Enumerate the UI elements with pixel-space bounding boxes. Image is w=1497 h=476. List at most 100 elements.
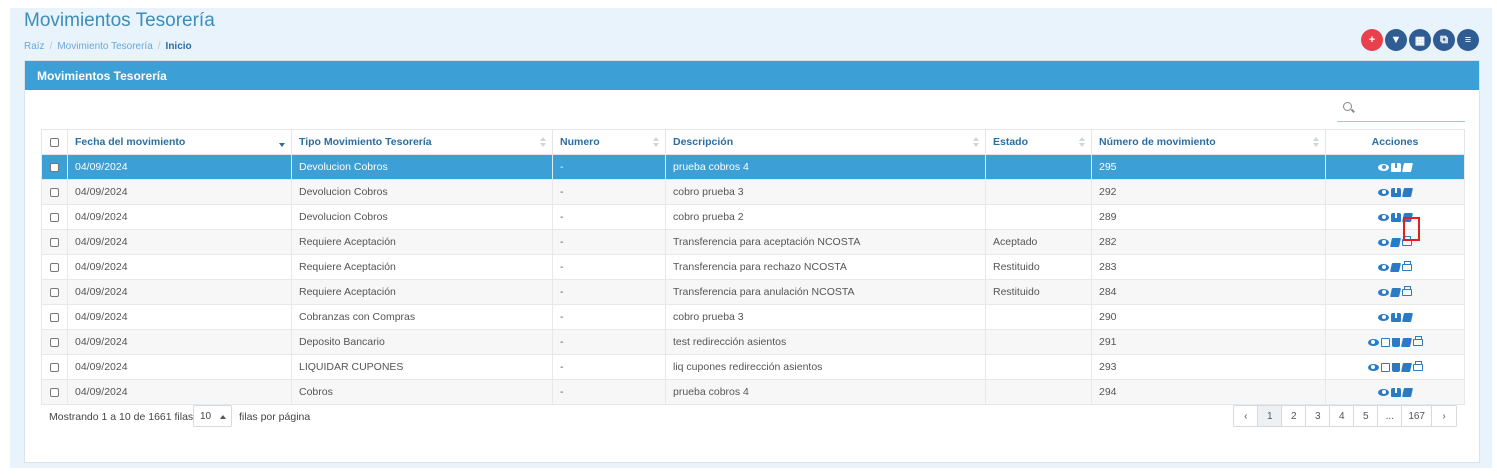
sort-desc-icon	[279, 137, 285, 148]
table-row[interactable]: 04/09/2024 Devolucion Cobros - prueba cobro…	[41, 154, 1465, 180]
row-checkbox[interactable]	[41, 279, 68, 305]
row-checkbox[interactable]	[41, 154, 68, 180]
book-icon[interactable]	[1402, 187, 1413, 197]
col-estado[interactable]: Estado	[985, 129, 1092, 155]
col-descripcion[interactable]: Descripción	[665, 129, 986, 155]
col-tipo[interactable]: Tipo Movimiento Tesorería	[291, 129, 553, 155]
cell-fecha: 04/09/2024	[67, 354, 292, 380]
page-button[interactable]: 5	[1354, 406, 1379, 426]
view-icon[interactable]	[1378, 188, 1389, 196]
cell-tipo: Deposito Bancario	[291, 329, 553, 355]
view-icon[interactable]	[1378, 288, 1389, 296]
trash-icon[interactable]	[1391, 337, 1400, 347]
row-checkbox[interactable]	[41, 304, 68, 330]
table-row[interactable]: 04/09/2024 Requiere Aceptación - Transferen…	[41, 254, 1465, 280]
book-icon[interactable]	[1402, 312, 1413, 322]
filter-button[interactable]: ▼	[1385, 29, 1407, 51]
plus-icon: +	[1368, 34, 1376, 46]
binoculars-icon[interactable]	[1391, 387, 1401, 397]
page-button[interactable]: ‹	[1234, 406, 1259, 426]
view-icon[interactable]	[1367, 363, 1379, 371]
cell-nro-movimiento: 283	[1091, 254, 1326, 280]
copy-button[interactable]: ⧉	[1433, 29, 1455, 51]
sort-icon	[973, 137, 979, 148]
col-numero[interactable]: Numero	[552, 129, 666, 155]
cell-estado	[985, 179, 1092, 205]
breadcrumb-movimiento[interactable]: Movimiento Tesorería	[57, 41, 152, 52]
view-icon[interactable]	[1378, 163, 1389, 171]
cell-nro-movimiento: 293	[1091, 354, 1326, 380]
col-fecha[interactable]: Fecha del movimiento	[67, 129, 292, 155]
cell-numero: -	[552, 354, 666, 380]
plus-button[interactable]: +	[1361, 29, 1383, 51]
col-nro-movimiento[interactable]: Número de movimiento	[1091, 129, 1326, 155]
view-icon[interactable]	[1378, 388, 1389, 396]
book-icon[interactable]	[1400, 337, 1412, 347]
columns-button[interactable]: ▦	[1409, 29, 1431, 51]
page-button[interactable]: ›	[1432, 406, 1456, 426]
view-icon[interactable]	[1378, 213, 1389, 221]
table-row[interactable]: 04/09/2024 Deposito Bancario - test redirec…	[41, 329, 1465, 355]
view-icon[interactable]	[1378, 238, 1389, 246]
binoculars-icon[interactable]	[1391, 187, 1401, 197]
page-button[interactable]: 4	[1330, 406, 1355, 426]
binoculars-icon[interactable]	[1391, 162, 1401, 172]
cell-descripcion: cobro prueba 3	[665, 179, 986, 205]
row-checkbox[interactable]	[41, 179, 68, 205]
binoculars-icon[interactable]	[1391, 212, 1401, 222]
cell-nro-movimiento: 289	[1091, 204, 1326, 230]
print-icon[interactable]	[1412, 335, 1423, 346]
row-checkbox[interactable]	[41, 329, 68, 355]
select-all-checkbox[interactable]	[41, 129, 68, 155]
cell-numero: -	[552, 254, 666, 280]
row-checkbox[interactable]	[41, 254, 68, 280]
book-icon[interactable]	[1402, 162, 1413, 172]
view-icon[interactable]	[1367, 338, 1379, 346]
table-row[interactable]: 04/09/2024 Devolucion Cobros - cobro prueba…	[41, 204, 1465, 230]
book-icon[interactable]	[1400, 362, 1412, 372]
table-row[interactable]: 04/09/2024 Requiere Aceptación - Transferen…	[41, 229, 1465, 255]
page-button[interactable]: 1	[1258, 406, 1283, 426]
book-icon[interactable]	[1390, 237, 1401, 247]
trash-icon[interactable]	[1391, 362, 1400, 372]
cell-estado	[985, 329, 1092, 355]
table-header-row: Fecha del movimiento Tipo Movimiento Tes…	[41, 129, 1465, 155]
edit-icon[interactable]	[1380, 362, 1390, 372]
page-button[interactable]: ...	[1378, 406, 1403, 426]
binoculars-icon[interactable]	[1391, 312, 1401, 322]
cell-estado	[985, 204, 1092, 230]
cell-nro-movimiento: 284	[1091, 279, 1326, 305]
cell-descripcion: Transferencia para aceptación NCOSTA	[665, 229, 986, 255]
print-icon[interactable]	[1402, 260, 1412, 271]
cell-fecha: 04/09/2024	[67, 254, 292, 280]
book-icon[interactable]	[1390, 287, 1401, 297]
table-row[interactable]: 04/09/2024 Devolucion Cobros - cobro prueba…	[41, 179, 1465, 205]
cell-numero: -	[552, 204, 666, 230]
page-button[interactable]: 3	[1306, 406, 1331, 426]
page-button[interactable]: 167	[1402, 406, 1432, 426]
table-row[interactable]: 04/09/2024 LIQUIDAR CUPONES - liq cupones r…	[41, 354, 1465, 380]
row-checkbox[interactable]	[41, 229, 68, 255]
book-icon[interactable]	[1402, 387, 1413, 397]
cell-estado	[985, 304, 1092, 330]
page-size-label: filas por página	[239, 411, 311, 423]
cell-tipo: Requiere Aceptación	[291, 229, 553, 255]
cell-acciones	[1325, 154, 1465, 180]
cell-numero: -	[552, 279, 666, 305]
print-icon[interactable]	[1412, 360, 1423, 371]
page-size-select[interactable]: 10	[193, 405, 232, 427]
edit-icon[interactable]	[1380, 337, 1390, 347]
print-icon[interactable]	[1402, 285, 1412, 296]
view-icon[interactable]	[1378, 313, 1389, 321]
table-row[interactable]: 04/09/2024 Requiere Aceptación - Transferen…	[41, 279, 1465, 305]
menu-icon: ≡	[1464, 34, 1472, 46]
row-checkbox[interactable]	[41, 354, 68, 380]
breadcrumb-root[interactable]: Raíz	[24, 41, 45, 52]
row-checkbox[interactable]	[41, 204, 68, 230]
book-icon[interactable]	[1390, 262, 1401, 272]
menu-button[interactable]: ≡	[1457, 29, 1479, 51]
view-icon[interactable]	[1378, 263, 1389, 271]
page-button[interactable]: 2	[1282, 406, 1307, 426]
search-input[interactable]	[1337, 97, 1465, 122]
table-row[interactable]: 04/09/2024 Cobranzas con Compras - cobro pr…	[41, 304, 1465, 330]
